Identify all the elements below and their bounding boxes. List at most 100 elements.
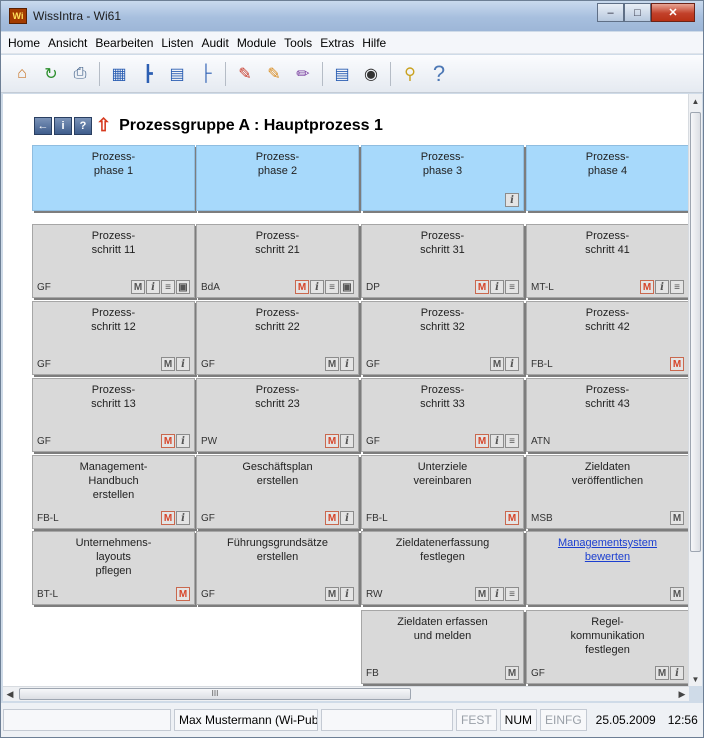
home-icon[interactable]: ⌂ (9, 61, 35, 87)
menu-hilfe[interactable]: Hilfe (360, 34, 392, 52)
process-tile[interactable]: Prozess- schritt 11 GF Mi ≡ ▣ (32, 224, 195, 298)
info-icon[interactable]: i (340, 587, 354, 601)
manual-icon[interactable]: M (670, 587, 684, 601)
minimize-button[interactable]: – (597, 3, 624, 22)
process-tile[interactable]: Regel- kommunikation festlegen GF Mi (526, 610, 689, 684)
info-icon[interactable]: i (655, 280, 669, 294)
info-icon[interactable]: i (490, 280, 504, 294)
close-button[interactable]: ✕ (651, 3, 695, 22)
info-icon[interactable]: i (54, 116, 72, 135)
back-icon[interactable]: ← (34, 116, 52, 135)
info-icon[interactable]: i (490, 434, 504, 448)
menu-tools[interactable]: Tools (282, 34, 318, 52)
menu-bearbeiten[interactable]: Bearbeiten (93, 34, 159, 52)
manual-icon[interactable]: M (475, 280, 489, 294)
list-view-icon[interactable]: ▤ (164, 61, 190, 87)
process-tile[interactable]: Führungsgrundsätze erstellen GF Mi (196, 531, 359, 605)
menu-module[interactable]: Module (235, 34, 282, 52)
menu-listen[interactable]: Listen (159, 34, 199, 52)
document-icon[interactable]: ▣ (176, 280, 190, 294)
info-icon[interactable]: i (176, 511, 190, 525)
info-icon[interactable]: i (505, 193, 519, 207)
manual-icon[interactable]: M (161, 511, 175, 525)
process-tile[interactable]: Zieldaten veröffentlichen MSB M (526, 455, 689, 529)
info-icon[interactable]: i (176, 434, 190, 448)
process-tile[interactable]: Prozess- schritt 42 FB-L M (526, 301, 689, 375)
document-icon[interactable]: ▣ (340, 280, 354, 294)
process-tile[interactable]: Prozess- schritt 12 GF Mi (32, 301, 195, 375)
scroll-up-icon[interactable]: ▲ (689, 94, 702, 108)
info-icon[interactable]: i (340, 511, 354, 525)
process-tile[interactable]: Prozess- schritt 23 PW Mi (196, 378, 359, 452)
up-arrow-icon[interactable]: ⇧ (96, 115, 111, 136)
process-tile[interactable]: Zieldaten erfassen und melden FB M (361, 610, 524, 684)
manual-icon[interactable]: M (655, 666, 669, 680)
vertical-scrollbar[interactable]: ▲ ▼ (688, 94, 702, 686)
refresh-icon[interactable]: ↻ (38, 61, 64, 87)
info-icon[interactable]: i (505, 357, 519, 371)
manual-icon[interactable]: M (295, 280, 309, 294)
process-tile[interactable]: Unternehmens- layouts pflegen BT-L M (32, 531, 195, 605)
help-small-icon[interactable]: ? (74, 116, 92, 135)
process-tile[interactable]: Prozess- schritt 32 GF Mi (361, 301, 524, 375)
manual-icon[interactable]: M (325, 587, 339, 601)
title-bar[interactable]: Wi WissIntra - Wi61 – □ ✕ (1, 1, 703, 31)
manual-icon[interactable]: M (670, 357, 684, 371)
manual-icon[interactable]: M (475, 434, 489, 448)
manual-icon[interactable]: M (161, 357, 175, 371)
process-tile[interactable]: Unterziele vereinbaren FB-L M (361, 455, 524, 529)
manual-icon[interactable]: M (176, 587, 190, 601)
process-tile[interactable]: Zieldatenerfassung festlegen RW Mi ≡ (361, 531, 524, 605)
manual-icon[interactable]: M (325, 357, 339, 371)
print-icon[interactable]: ⎙ (67, 61, 93, 87)
pencil-red-icon[interactable]: ✎ (232, 61, 258, 87)
key-icon[interactable]: ⚲ (397, 61, 423, 87)
scroll-thumb[interactable] (690, 112, 701, 552)
list-icon[interactable]: ≡ (161, 280, 175, 294)
manual-icon[interactable]: M (475, 587, 489, 601)
manual-icon[interactable]: M (670, 511, 684, 525)
scroll-down-icon[interactable]: ▼ (689, 672, 702, 686)
manual-icon[interactable]: M (131, 280, 145, 294)
info-icon[interactable]: i (490, 587, 504, 601)
process-tile[interactable]: Prozess- schritt 13 GF Mi (32, 378, 195, 452)
help-icon[interactable]: ? (426, 61, 452, 87)
process-tile[interactable]: Management- Handbuch erstellen FB-L Mi (32, 455, 195, 529)
manual-icon[interactable]: M (505, 666, 519, 680)
pencil-orange-icon[interactable]: ✎ (261, 61, 287, 87)
menu-ansicht[interactable]: Ansicht (46, 34, 93, 52)
hierarchy-view-icon[interactable]: ├ (193, 61, 219, 87)
manual-icon[interactable]: M (325, 511, 339, 525)
edit-table-icon[interactable]: ▤ (329, 61, 355, 87)
process-tile[interactable]: Prozess- schritt 22 GF Mi (196, 301, 359, 375)
phase-tile[interactable]: Prozess- phase 2 (196, 145, 359, 211)
info-icon[interactable]: i (670, 666, 684, 680)
process-tile[interactable]: Prozess- schritt 21 BdA Mi ≡ ▣ (196, 224, 359, 298)
list-icon[interactable]: ≡ (670, 280, 684, 294)
grid-view-icon[interactable]: ▦ (106, 61, 132, 87)
info-icon[interactable]: i (146, 280, 160, 294)
info-icon[interactable]: i (310, 280, 324, 294)
phase-tile[interactable]: Prozess- phase 3 i (361, 145, 524, 211)
scroll-left-icon[interactable]: ◀ (3, 687, 17, 701)
process-tile[interactable]: Prozess- schritt 33 GF Mi ≡ (361, 378, 524, 452)
menu-audit[interactable]: Audit (199, 34, 234, 52)
menu-extras[interactable]: Extras (318, 34, 360, 52)
process-tile[interactable]: Prozess- schritt 43 ATN (526, 378, 689, 452)
binoculars-icon[interactable]: ◉ (358, 61, 384, 87)
tile-link[interactable]: Managementsystem bewerten (531, 536, 684, 564)
process-tile[interactable]: Prozess- schritt 41 MT-L Mi ≡ (526, 224, 689, 298)
manual-icon[interactable]: M (640, 280, 654, 294)
process-tile[interactable]: Managementsystem bewerten M (526, 531, 689, 605)
tree-view-icon[interactable]: ┣ (135, 61, 161, 87)
process-tile[interactable]: Prozess- schritt 31 DP Mi ≡ (361, 224, 524, 298)
horizontal-scrollbar[interactable]: ◀ III ▶ (3, 686, 689, 701)
info-icon[interactable]: i (340, 434, 354, 448)
process-tile[interactable]: Geschäftsplan erstellen GF Mi (196, 455, 359, 529)
hscroll-thumb[interactable]: III (19, 688, 411, 700)
phase-tile[interactable]: Prozess- phase 4 (526, 145, 689, 211)
list-icon[interactable]: ≡ (325, 280, 339, 294)
manual-icon[interactable]: M (490, 357, 504, 371)
menu-home[interactable]: Home (6, 34, 46, 52)
list-icon[interactable]: ≡ (505, 434, 519, 448)
